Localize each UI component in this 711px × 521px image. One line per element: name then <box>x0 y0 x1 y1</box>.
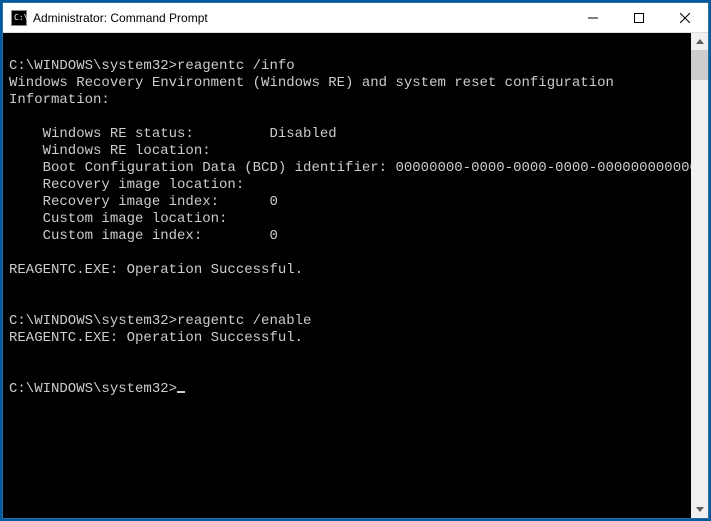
cmd-icon: C:\ <box>11 10 27 26</box>
line: Recovery image location: <box>9 177 244 193</box>
line: Information: <box>9 92 110 108</box>
line: Recovery image index: 0 <box>9 194 278 210</box>
minimize-button[interactable] <box>570 3 616 32</box>
line: Custom image index: 0 <box>9 228 278 244</box>
line: Custom image location: <box>9 211 227 227</box>
window-controls <box>570 3 708 32</box>
prompt: C:\WINDOWS\system32> <box>9 381 177 397</box>
cursor <box>177 391 185 393</box>
scrollbar-up-button[interactable] <box>691 33 708 50</box>
vertical-scrollbar[interactable] <box>691 33 708 518</box>
command-prompt-window: C:\ Administrator: Command Prompt C:\WIN… <box>2 2 709 519</box>
terminal-container: C:\WINDOWS\system32>reagentc /info Windo… <box>3 33 708 518</box>
maximize-button[interactable] <box>616 3 662 32</box>
line: Windows RE location: <box>9 143 211 159</box>
command-text: reagentc /info <box>177 58 295 74</box>
terminal-output[interactable]: C:\WINDOWS\system32>reagentc /info Windo… <box>3 33 691 518</box>
line: Windows Recovery Environment (Windows RE… <box>9 75 614 91</box>
svg-text:C:\: C:\ <box>14 13 27 22</box>
titlebar[interactable]: C:\ Administrator: Command Prompt <box>3 3 708 33</box>
scrollbar-track[interactable] <box>691 50 708 501</box>
line: REAGENTC.EXE: Operation Successful. <box>9 330 303 346</box>
prompt: C:\WINDOWS\system32> <box>9 313 177 329</box>
scrollbar-thumb[interactable] <box>691 50 708 80</box>
prompt: C:\WINDOWS\system32> <box>9 58 177 74</box>
command-text: reagentc /enable <box>177 313 311 329</box>
scrollbar-down-button[interactable] <box>691 501 708 518</box>
close-button[interactable] <box>662 3 708 32</box>
window-title: Administrator: Command Prompt <box>33 11 570 25</box>
line: Boot Configuration Data (BCD) identifier… <box>9 160 691 176</box>
line: REAGENTC.EXE: Operation Successful. <box>9 262 303 278</box>
line: Windows RE status: Disabled <box>9 126 337 142</box>
